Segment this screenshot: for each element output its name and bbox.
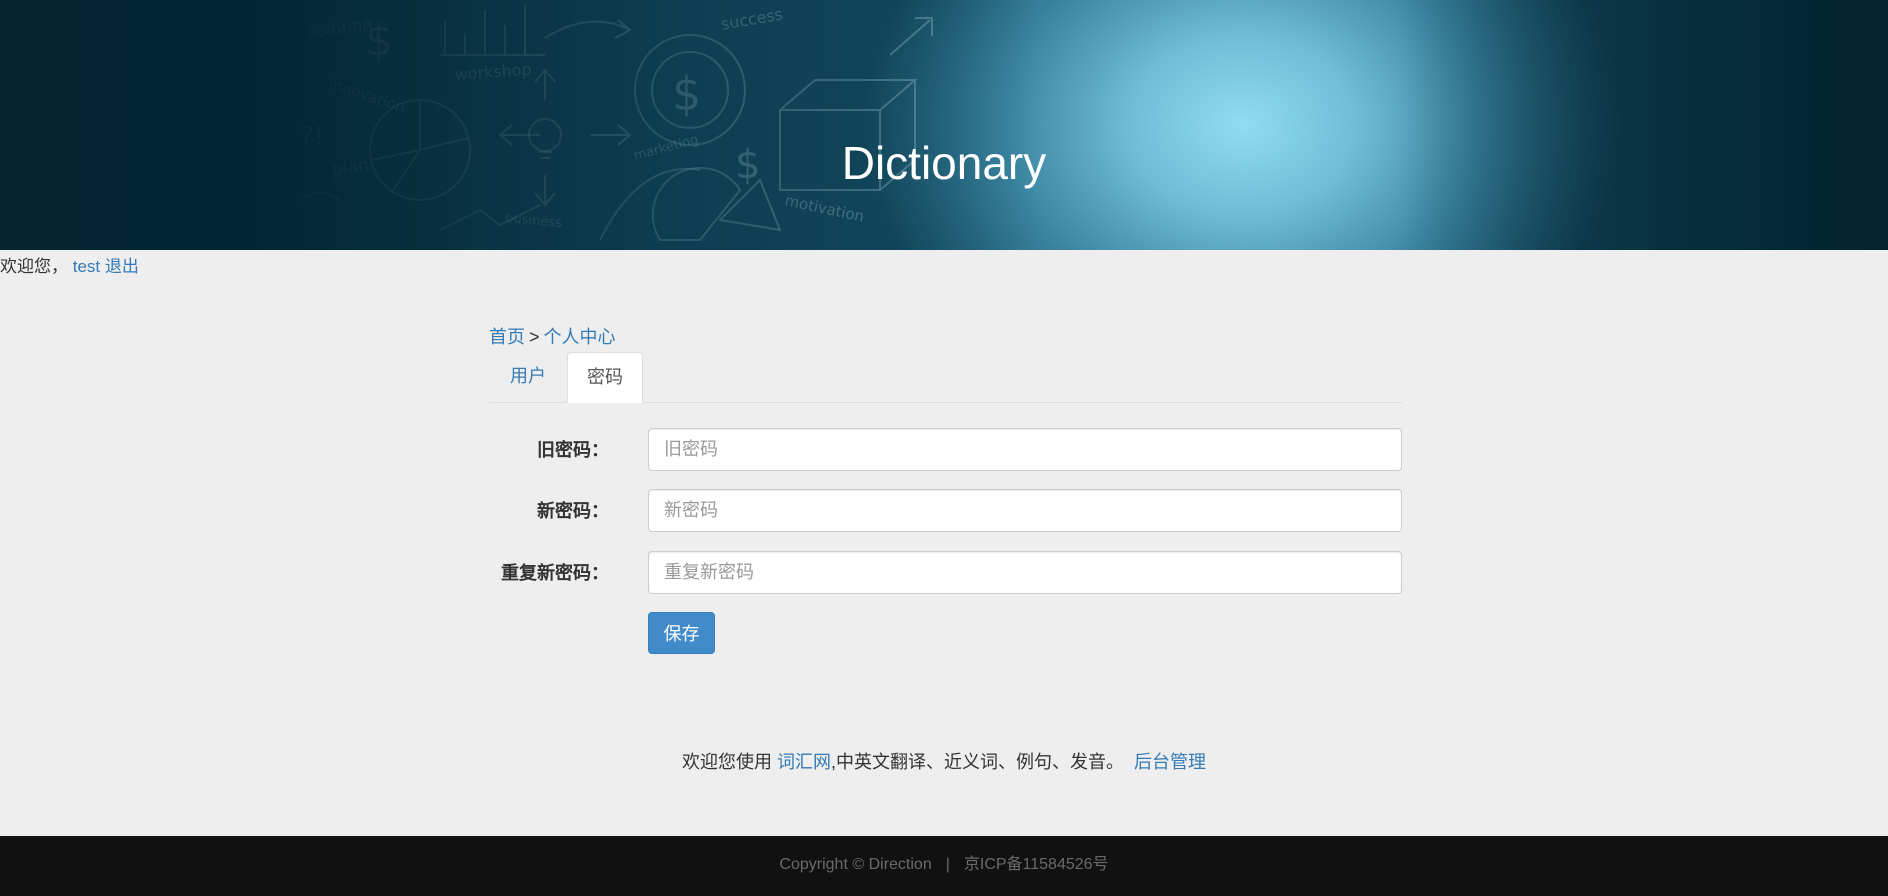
- footer-divider: |: [945, 856, 950, 873]
- icp-text: 京ICP备11584526号: [963, 856, 1109, 873]
- tab-user[interactable]: 用户: [489, 352, 567, 402]
- footer-bar: Copyright © Direction | 京ICP备11584526号: [0, 836, 1888, 896]
- info-description: ,中英文翻译、近义词、例句、发音。: [831, 752, 1124, 772]
- breadcrumb: 首页 > 个人中心: [489, 322, 1402, 352]
- logout-link[interactable]: 退出: [105, 257, 139, 276]
- copyright-text: Copyright © Direction: [779, 856, 932, 873]
- site-info-line: 欢迎您使用 词汇网,中英文翻译、近义词、例句、发音。 后台管理: [0, 748, 1888, 774]
- old-password-input[interactable]: [648, 428, 1402, 471]
- new-password-row: 新密码：: [489, 489, 1402, 533]
- repeat-password-input[interactable]: [648, 551, 1402, 594]
- profile-panel: 首页 > 个人中心 用户 密码 旧密码： 新密码： 重复新密码： 保存: [489, 322, 1402, 654]
- header-banner: solution innovation plan workshop succes…: [0, 0, 1888, 250]
- info-prefix: 欢迎您使用: [681, 752, 772, 772]
- site-title: Dictionary: [841, 137, 1047, 189]
- repeat-password-label: 重复新密码：: [501, 563, 609, 583]
- repeat-password-row: 重复新密码：: [489, 551, 1402, 595]
- welcome-bar: 欢迎您， test 退出: [0, 252, 139, 277]
- breadcrumb-separator: >: [529, 327, 540, 347]
- admin-link[interactable]: 后台管理: [1134, 752, 1206, 772]
- welcome-text: 欢迎您，: [0, 257, 68, 276]
- breadcrumb-home-link[interactable]: 首页: [489, 327, 525, 347]
- site-link[interactable]: 词汇网: [777, 752, 831, 772]
- breadcrumb-current-link[interactable]: 个人中心: [544, 327, 616, 347]
- new-password-input[interactable]: [648, 489, 1402, 532]
- tab-bar: 用户 密码: [489, 352, 1402, 403]
- new-password-label: 新密码：: [537, 501, 609, 521]
- old-password-row: 旧密码：: [489, 428, 1402, 472]
- tab-password[interactable]: 密码: [567, 352, 643, 403]
- save-button[interactable]: 保存: [648, 612, 715, 654]
- old-password-label: 旧密码：: [537, 440, 609, 460]
- username-link[interactable]: test: [73, 257, 100, 276]
